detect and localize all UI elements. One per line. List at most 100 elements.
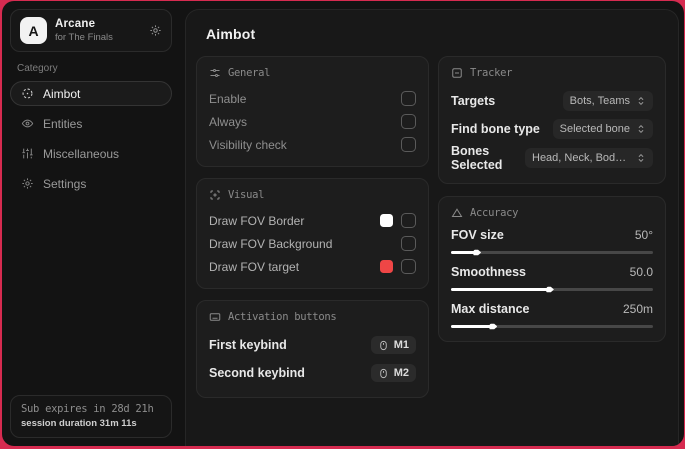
activation-card-header: Activation buttons — [209, 311, 416, 323]
brand-card: A Arcane for The Finals — [10, 9, 172, 52]
bones-selected-select[interactable]: Head, Neck, Body, Pe... — [525, 148, 653, 168]
general-card-header: General — [209, 67, 416, 79]
setting-row-draw-fov-border: Draw FOV Border — [209, 210, 416, 231]
setting-label: Max distance — [451, 302, 530, 316]
slider-row-max-distance: Max distance 250m — [451, 302, 653, 330]
setting-label: FOV size — [451, 228, 504, 242]
setting-label: Draw FOV Border — [209, 213, 305, 228]
activation-buttons-card: Activation buttons First keybind M1 Seco… — [196, 300, 429, 398]
session-duration-text: session duration 31m 11s — [21, 418, 137, 429]
setting-label: Second keybind — [209, 366, 305, 380]
checkbox-draw-fov-border[interactable] — [401, 213, 416, 228]
general-card: General Enable Always Visibility check — [196, 56, 429, 167]
keybind-value: M1 — [393, 339, 409, 351]
main-panel: Aimbot General Enable Always Visibility … — [185, 9, 679, 446]
setting-row-first-keybind: First keybind M1 — [209, 332, 416, 358]
checkbox-draw-fov-background[interactable] — [401, 236, 416, 251]
setting-label: Visibility check — [209, 137, 287, 152]
setting-label: Draw FOV target — [209, 259, 300, 274]
sub-expiry-text: Sub expires in 28d 21h — [21, 403, 154, 415]
subscription-status-card: Sub expires in 28d 21h session duration … — [10, 395, 172, 438]
sidebar-item-label: Entities — [43, 116, 83, 131]
visual-card-header: Visual — [209, 189, 416, 201]
keybind-value: M2 — [393, 367, 409, 379]
select-value: Head, Neck, Body, Pe... — [532, 152, 630, 164]
keybind-button-first[interactable]: M1 — [370, 336, 416, 354]
sidebar-item-settings[interactable]: Settings — [10, 171, 172, 196]
setting-row-enable: Enable — [209, 88, 416, 109]
setting-row-find-bone-type: Find bone type Selected bone — [451, 116, 653, 142]
setting-label: First keybind — [209, 338, 287, 352]
mouse-icon — [378, 340, 389, 351]
checkbox-enable[interactable] — [401, 91, 416, 106]
chevrons-up-down-icon — [636, 96, 646, 106]
gear-icon[interactable] — [149, 24, 162, 37]
setting-row-targets: Targets Bots, Teams — [451, 88, 653, 114]
checkbox-draw-fov-target[interactable] — [401, 259, 416, 274]
max-distance-slider[interactable] — [451, 323, 653, 330]
setting-row-second-keybind: Second keybind M2 — [209, 360, 416, 386]
setting-row-visibility-check: Visibility check — [209, 134, 416, 155]
sliders-icon — [21, 147, 34, 160]
sidebar-item-miscellaneous[interactable]: Miscellaneous — [10, 141, 172, 166]
smoothness-slider[interactable] — [451, 286, 653, 293]
setting-label: Always — [209, 114, 248, 129]
card-title: General — [228, 67, 271, 79]
gear-icon — [21, 177, 34, 190]
find-bone-type-select[interactable]: Selected bone — [552, 119, 653, 139]
select-value: Bots, Teams — [569, 95, 630, 107]
sidebar: A Arcane for The Finals Category Aimbot — [2, 1, 180, 446]
card-title: Activation buttons — [228, 311, 337, 323]
fov-size-slider[interactable] — [451, 249, 653, 256]
slider-value: 50.0 — [629, 265, 653, 279]
slider-thumb[interactable] — [545, 286, 554, 293]
setting-label: Enable — [209, 91, 247, 106]
card-title: Visual — [228, 189, 265, 201]
visual-card: Visual Draw FOV Border Draw FOV Backgrou… — [196, 178, 429, 289]
entities-icon — [21, 117, 34, 130]
app-logo: A — [20, 17, 47, 44]
sliders-horizontal-icon — [209, 67, 221, 79]
slider-value: 50° — [634, 228, 653, 242]
app-window: A Arcane for The Finals Category Aimbot — [2, 1, 684, 446]
cards-layout: General Enable Always Visibility check V… — [196, 56, 668, 398]
slider-row-fov-size: FOV size 50° — [451, 228, 653, 256]
category-label: Category — [17, 63, 58, 74]
slider-thumb[interactable] — [473, 249, 482, 256]
slider-fill — [451, 323, 498, 330]
setting-row-bones-selected: Bones Selected Head, Neck, Body, Pe... — [451, 144, 653, 172]
left-column: General Enable Always Visibility check V… — [196, 56, 429, 398]
focus-icon — [209, 189, 221, 201]
mouse-icon — [378, 368, 389, 379]
sidebar-item-label: Settings — [43, 176, 87, 191]
card-title: Tracker — [470, 67, 513, 79]
tracker-card-header: Tracker — [451, 67, 653, 79]
setting-label: Bones Selected — [451, 144, 503, 172]
targets-select[interactable]: Bots, Teams — [562, 91, 653, 111]
keyboard-icon — [209, 311, 221, 323]
card-title: Accuracy — [470, 207, 519, 219]
setting-label: Find bone type — [451, 122, 540, 136]
color-swatch-fov-border[interactable] — [380, 214, 393, 227]
slider-thumb[interactable] — [489, 323, 498, 330]
setting-label: Smoothness — [451, 265, 527, 279]
triangle-icon — [451, 207, 463, 219]
tracker-card: Tracker Targets Bots, Teams Find bone ty… — [438, 56, 666, 184]
keybind-button-second[interactable]: M2 — [370, 364, 416, 382]
setting-row-draw-fov-background: Draw FOV Background — [209, 233, 416, 254]
app-subtitle: for The Finals — [55, 32, 113, 43]
slider-fill — [451, 286, 554, 293]
chevrons-up-down-icon — [636, 124, 646, 134]
color-swatch-fov-target[interactable] — [380, 260, 393, 273]
checkbox-visibility-check[interactable] — [401, 137, 416, 152]
slider-header: Smoothness 50.0 — [451, 265, 653, 279]
accuracy-card-header: Accuracy — [451, 207, 653, 219]
slider-row-smoothness: Smoothness 50.0 — [451, 265, 653, 293]
setting-controls — [380, 213, 416, 228]
page-title: Aimbot — [206, 26, 256, 42]
brand-text: Arcane for The Finals — [55, 18, 113, 43]
chevrons-up-down-icon — [636, 153, 646, 163]
checkbox-always[interactable] — [401, 114, 416, 129]
sidebar-item-aimbot[interactable]: Aimbot — [10, 81, 172, 106]
sidebar-item-entities[interactable]: Entities — [10, 111, 172, 136]
